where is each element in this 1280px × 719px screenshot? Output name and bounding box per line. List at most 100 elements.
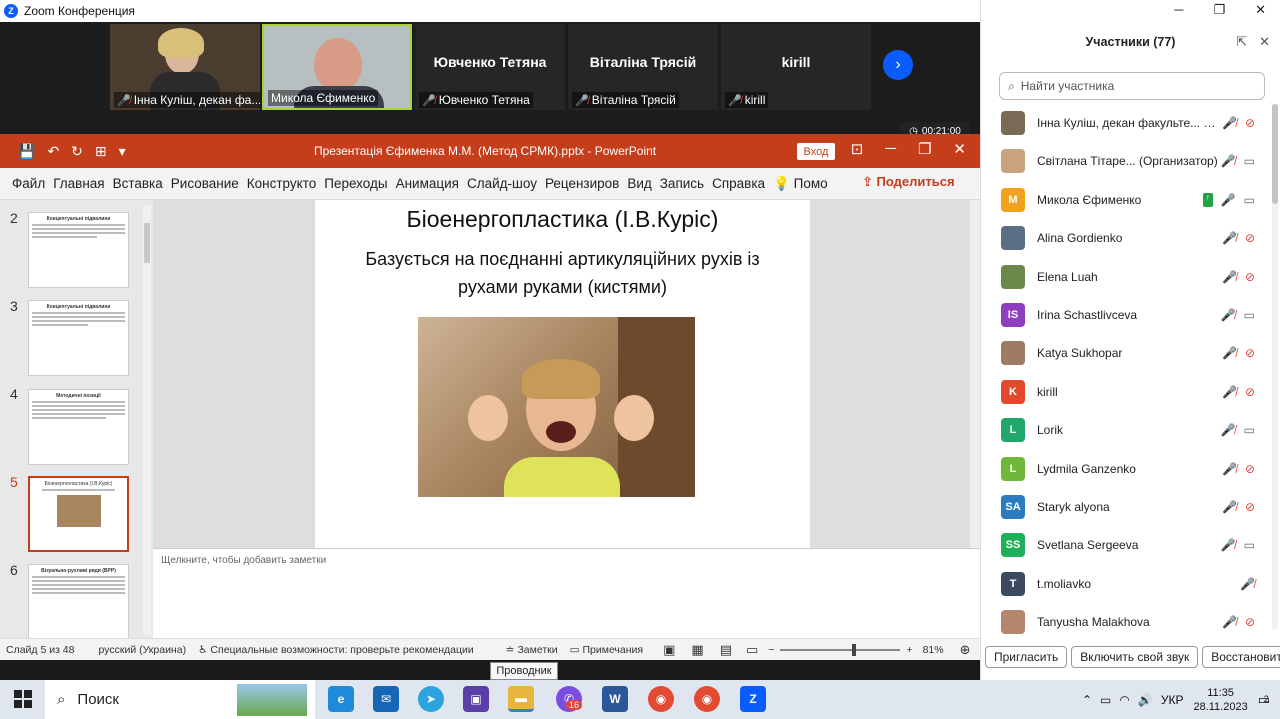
reading-view-icon[interactable]: ▤ — [720, 642, 732, 658]
wifi-icon[interactable]: ◠ — [1119, 693, 1129, 707]
chrome-icon[interactable]: ◉ — [648, 686, 674, 712]
present-icon[interactable]: ⊞ — [95, 143, 107, 160]
chevron-up-icon[interactable]: ⌃ — [1082, 693, 1092, 707]
participant-row[interactable]: IS Irina Schastlivceva 🎤̸ ▭ — [1001, 296, 1269, 334]
restore-icon[interactable]: ❐ — [918, 140, 931, 158]
file-explorer-icon[interactable]: ▬ — [508, 686, 534, 712]
video-tile[interactable]: kirill 🎤̸ kirill — [721, 24, 871, 110]
participant-row[interactable]: Katya Sukhopar 🎤̸ ⊘ — [1001, 334, 1269, 372]
participant-row[interactable]: Інна Куліш, декан факульте... (Я) 🎤̸ ⊘ — [1001, 104, 1269, 142]
participants-scrollbar[interactable] — [1272, 104, 1278, 629]
participant-row[interactable]: Alina Gordienko 🎤̸ ⊘ — [1001, 219, 1269, 257]
video-tile-active-speaker[interactable]: Микола Єфименко — [262, 24, 412, 110]
zoom-level[interactable]: 81% — [923, 644, 944, 656]
thumb-number: 3 — [10, 298, 18, 314]
video-tile[interactable]: 🎤̸ Інна Куліш, декан фа... — [110, 24, 260, 110]
participant-row[interactable]: M Микола Єфименко ↑ 🎤 ▭ — [1001, 181, 1269, 219]
notes-icon: ≐ — [505, 643, 515, 656]
tab-review[interactable]: Рецензиров — [541, 176, 623, 191]
ribbon-display-icon[interactable]: ⊡ — [851, 140, 864, 158]
tab-insert[interactable]: Вставка — [109, 176, 167, 191]
participant-row[interactable]: L Lorik 🎤̸ ▭ — [1001, 411, 1269, 449]
close-icon[interactable]: ✕ — [1259, 34, 1270, 50]
accessibility-status[interactable]: ♿ Специальные возможности: проверьте рек… — [198, 644, 474, 656]
save-icon[interactable]: 💾 — [18, 143, 35, 160]
login-button[interactable]: Вход — [797, 143, 835, 160]
language-indicator[interactable]: русский (Украина) — [99, 644, 187, 656]
notes-pane[interactable]: Щелкните, чтобы добавить заметки — [153, 548, 980, 638]
redo-icon[interactable]: ↻ — [71, 143, 83, 160]
zoom-app-icon[interactable]: Z — [740, 686, 766, 712]
participant-row[interactable]: SA Staryk alyona 🎤̸ ⊘ — [1001, 488, 1269, 526]
normal-view-icon[interactable]: ▣ — [663, 642, 675, 658]
chrome-profile-icon[interactable]: ◉ — [694, 686, 720, 712]
video-tile[interactable]: Ювченко Тетяна 🎤̸ Ювченко Тетяна — [415, 24, 565, 110]
tab-home[interactable]: Главная — [49, 176, 108, 191]
zoom-in-icon[interactable]: + — [906, 644, 912, 656]
video-tile-name: kirill — [781, 54, 811, 70]
camera-icon: ▭ — [1243, 154, 1255, 169]
participant-row[interactable]: Світлана Тітаре... (Организатор) 🎤̸ ▭ — [1001, 142, 1269, 180]
undo-icon[interactable]: ↶ — [47, 143, 59, 160]
thumbnails-scrollbar[interactable] — [143, 205, 151, 635]
keyboard-language[interactable]: УКР — [1161, 693, 1184, 707]
zoom-out-icon[interactable]: − — [768, 644, 774, 656]
slide-thumbnail[interactable]: Методичні позиції — [28, 389, 129, 465]
tab-record[interactable]: Запись — [656, 176, 708, 191]
slide-sorter-icon[interactable]: ▦ — [691, 642, 703, 658]
video-tile[interactable]: Віталіна Трясій 🎤̸ Віталіна Трясій — [568, 24, 718, 110]
gallery-next-button[interactable]: › — [883, 50, 913, 80]
slide-thumbnail[interactable]: Концептуальні підвалини — [28, 300, 129, 376]
video-tile-caption: 🎤̸ kirill — [725, 92, 769, 108]
participant-row[interactable]: Tt.moliavko 🎤̸ — [1001, 565, 1269, 603]
tab-animations[interactable]: Анимация — [392, 176, 463, 191]
restore-icon[interactable]: ❐ — [1213, 2, 1225, 18]
taskbar-search-box[interactable]: ⌕ Поиск — [45, 680, 315, 719]
slide-thumbnail[interactable]: Візуально-рухливі ряди (ВРР) — [28, 564, 129, 640]
edge-icon[interactable]: e — [328, 686, 354, 712]
tab-transitions[interactable]: Переходы — [320, 176, 391, 191]
tell-me-search[interactable]: 💡 Помо — [769, 176, 832, 192]
pop-out-icon[interactable]: ⇱ — [1236, 34, 1247, 50]
network-icon[interactable]: ▭ — [1100, 693, 1111, 707]
current-slide[interactable]: Біоенергопластика (І.В.Куріс) Базується … — [315, 200, 810, 548]
fit-slide-icon[interactable]: ⊕ — [960, 642, 971, 658]
close-icon[interactable]: ✕ — [953, 140, 966, 158]
windows-start-icon[interactable] — [14, 690, 32, 708]
participant-search-input[interactable]: ⌕ Найти участника — [999, 72, 1265, 100]
customize-toolbar-icon[interactable]: ▾ — [119, 143, 126, 160]
tab-slideshow[interactable]: Слайд-шоу — [463, 176, 541, 191]
participant-row[interactable]: Elena Luah 🎤̸ ⊘ — [1001, 258, 1269, 296]
minimize-icon[interactable]: ─ — [1174, 2, 1183, 18]
share-button[interactable]: ⇪ Поделиться — [862, 174, 955, 190]
save-app-icon[interactable]: ▣ — [463, 686, 489, 712]
tab-file[interactable]: Файл — [8, 176, 49, 191]
comments-button[interactable]: ▭ Примечания — [570, 644, 643, 656]
minimize-icon[interactable]: ─ — [885, 140, 896, 158]
slide-thumbnail[interactable]: Концептуальні підвалини — [28, 212, 129, 288]
notes-toggle-button[interactable]: ≐ Заметки — [506, 644, 558, 656]
zoom-slider[interactable] — [780, 643, 901, 656]
slide-thumbnails-pane: 2 Концептуальні підвалини 3 Концептуальн… — [0, 200, 153, 640]
invite-button[interactable]: Пригласить — [985, 646, 1068, 668]
tab-design[interactable]: Конструкто — [243, 176, 320, 191]
canvas-scrollbar[interactable] — [970, 200, 980, 548]
taskbar-clock[interactable]: 11:35 28.11.2023 — [1193, 686, 1247, 714]
volume-icon[interactable]: 🔊 — [1138, 693, 1153, 707]
mail-icon[interactable]: ✉ — [373, 686, 399, 712]
participant-row[interactable]: L Lydmila Ganzenko 🎤̸ ⊘ — [1001, 450, 1269, 488]
tab-help[interactable]: Справка — [708, 176, 769, 191]
unmute-self-button[interactable]: Включить свой звук — [1071, 646, 1199, 668]
telegram-icon[interactable]: ➤ — [418, 686, 444, 712]
tab-view[interactable]: Вид — [623, 176, 655, 191]
tab-draw[interactable]: Рисование — [167, 176, 243, 191]
reclaim-host-button[interactable]: Восстановить — [1202, 646, 1280, 668]
close-icon[interactable]: ✕ — [1255, 2, 1266, 18]
word-icon[interactable]: W — [602, 686, 628, 712]
slide-thumbnail-selected[interactable]: Біоенергопластика (І.В.Куріс) — [28, 476, 129, 552]
slideshow-icon[interactable]: ▭ — [746, 642, 758, 658]
participant-row[interactable]: SS Svetlana Sergeeva 🎤̸ ▭ — [1001, 526, 1269, 564]
participant-row[interactable]: Kkirill 🎤̸ ⊘ — [1001, 373, 1269, 411]
participant-row[interactable]: Tanyusha Malakhova 🎤̸ ⊘ — [1001, 603, 1269, 641]
notifications-icon[interactable]: ▭ 2 — [1258, 692, 1270, 708]
